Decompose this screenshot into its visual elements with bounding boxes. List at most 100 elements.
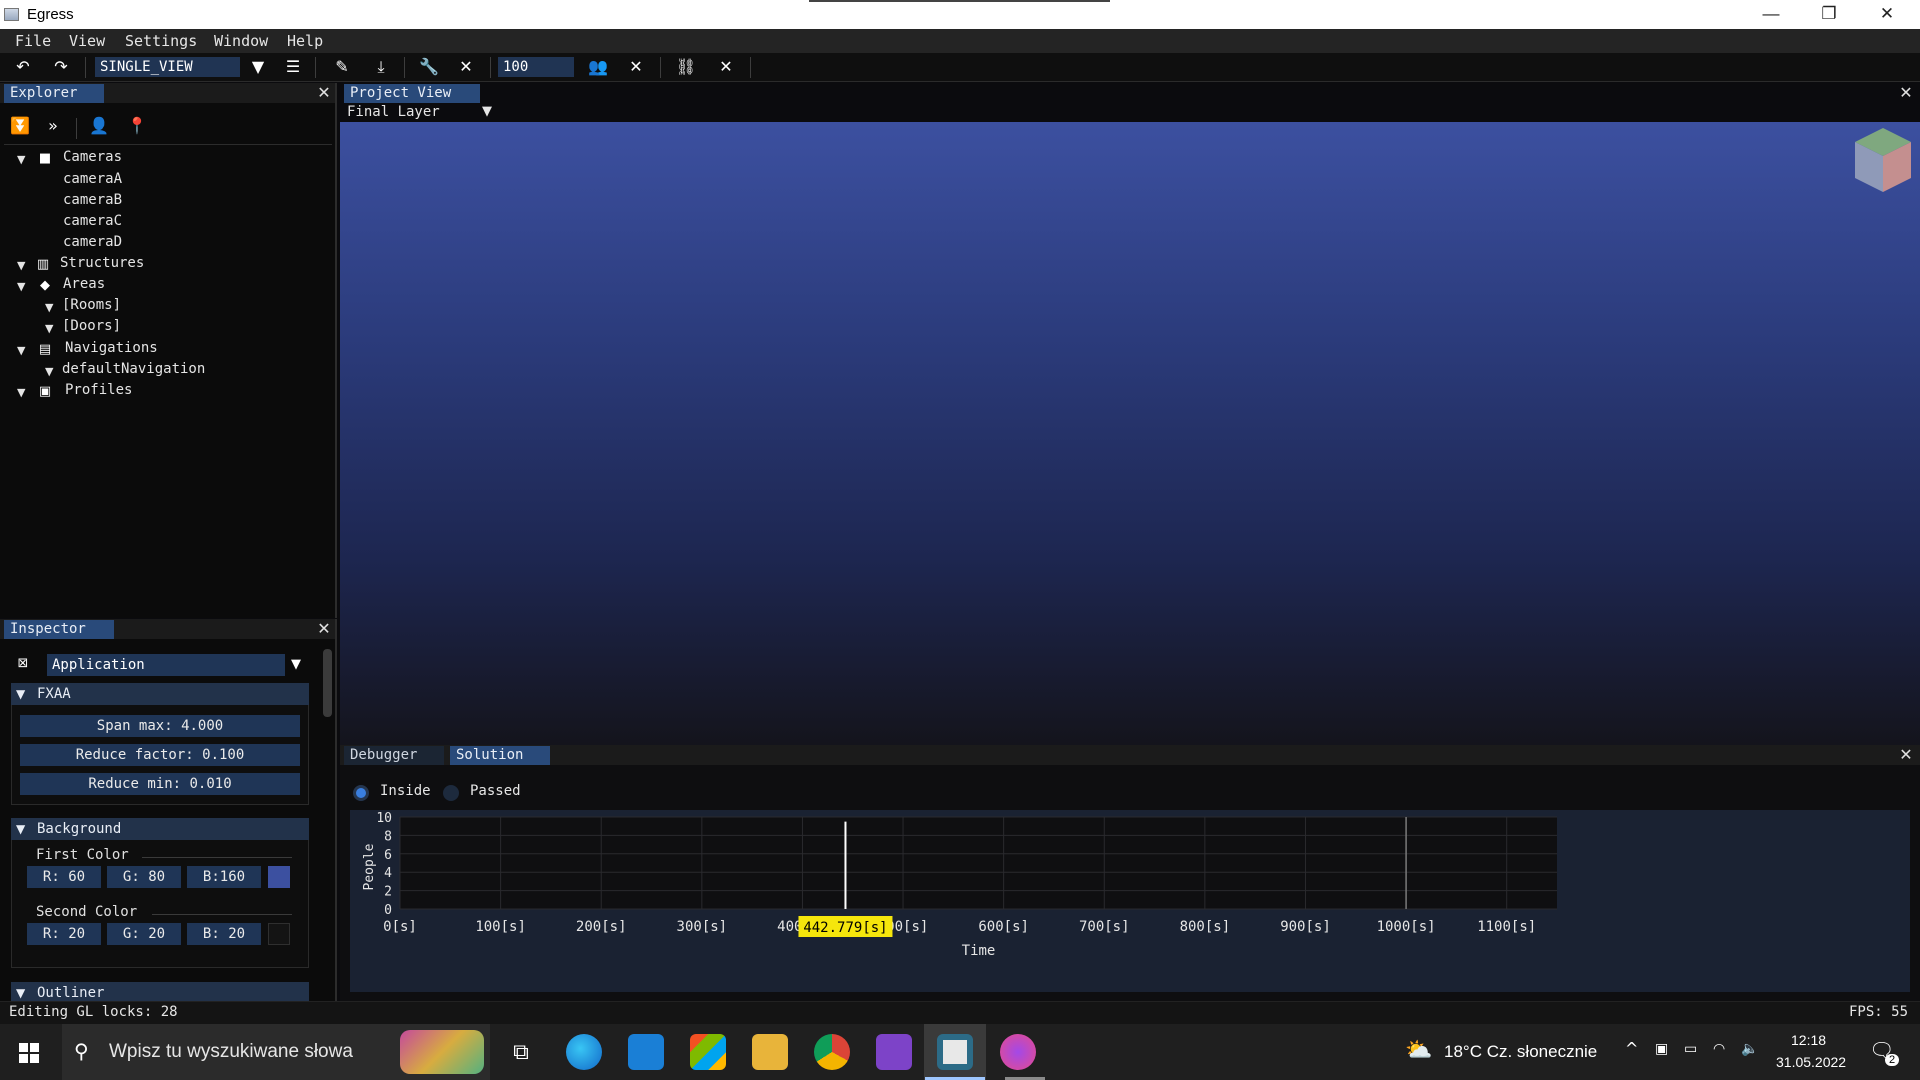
first-color-swatch[interactable]	[268, 866, 290, 888]
first-color-r[interactable]: R: 60	[27, 866, 101, 888]
first-color-b[interactable]: B:160	[187, 866, 261, 888]
add-person-icon[interactable]: 👤	[88, 116, 110, 136]
expand-arrow-icon[interactable]: ▼	[17, 344, 25, 357]
close-window-button[interactable]: ✕	[1858, 0, 1916, 29]
tree-item-navigations[interactable]: Navigations	[65, 340, 158, 356]
tree-item-default-navigation[interactable]: defaultNavigation	[62, 361, 205, 377]
tree-item-camera[interactable]: cameraD	[63, 234, 122, 250]
visual-studio-icon[interactable]	[876, 1034, 912, 1070]
store-icon[interactable]	[690, 1034, 726, 1070]
menu-file[interactable]: File	[15, 32, 51, 50]
expand-arrow-icon[interactable]: ▼	[45, 322, 53, 335]
chevron-down-icon[interactable]: ▼	[247, 57, 269, 77]
close-icon[interactable]: ✕	[625, 57, 647, 77]
egress-app-icon[interactable]	[937, 1034, 973, 1070]
reduce-factor-field[interactable]: Reduce factor: 0.100	[20, 744, 300, 766]
expand-arrow-icon[interactable]: ▼	[45, 365, 53, 378]
tree-item-areas[interactable]: Areas	[63, 276, 105, 292]
close-icon[interactable]: ✕	[1897, 83, 1915, 103]
location-pin-icon[interactable]: 📍	[126, 116, 148, 136]
tab-explorer[interactable]: Explorer	[4, 84, 104, 103]
volume-icon[interactable]: 🔈	[1741, 1041, 1758, 1057]
expand-arrow-icon[interactable]: ▼	[17, 153, 25, 166]
close-icon[interactable]: ✕	[455, 57, 477, 77]
tab-debugger[interactable]: Debugger	[344, 746, 444, 765]
edge-icon[interactable]	[566, 1034, 602, 1070]
first-color-g[interactable]: G: 80	[107, 866, 181, 888]
tree-item-structures[interactable]: Structures	[60, 255, 144, 271]
section-background[interactable]: ▼ Background	[11, 818, 309, 840]
close-icon[interactable]: ✕	[315, 83, 333, 103]
viewport-3d[interactable]	[340, 122, 1920, 745]
people-icon[interactable]: 👥	[587, 57, 609, 77]
menu-view[interactable]: View	[69, 32, 105, 50]
tab-project-view[interactable]: Project View	[344, 84, 480, 103]
scrollbar-thumb[interactable]	[323, 649, 332, 717]
battery-icon[interactable]: ▭	[1684, 1041, 1697, 1057]
tab-solution[interactable]: Solution	[450, 746, 550, 765]
collapse-all-icon[interactable]: ⏬	[9, 116, 31, 136]
close-icon[interactable]: ✕	[1897, 745, 1915, 765]
windows-start-icon[interactable]	[19, 1043, 39, 1063]
close-icon[interactable]: ✕	[715, 57, 737, 77]
weather-icon[interactable]: ⛅	[1405, 1038, 1432, 1063]
orientation-cube-icon[interactable]	[1851, 124, 1915, 196]
weather-text[interactable]: 18°C Cz. słonecznie	[1444, 1042, 1597, 1062]
tree-item-doors[interactable]: [Doors]	[62, 318, 121, 334]
expand-arrow-icon[interactable]: ▼	[45, 301, 53, 314]
chevron-up-icon[interactable]: ^	[1625, 1039, 1638, 1058]
tree-item-cameras[interactable]: Cameras	[63, 149, 122, 165]
menu-settings[interactable]: Settings	[125, 32, 197, 50]
minimize-button[interactable]: —	[1742, 0, 1800, 29]
number-input[interactable]: 100	[498, 57, 574, 77]
radio-passed[interactable]	[443, 785, 459, 801]
tree-item-camera[interactable]: cameraC	[63, 213, 122, 229]
tab-inspector[interactable]: Inspector	[4, 620, 114, 639]
tree-item-profiles[interactable]: Profiles	[65, 382, 132, 398]
maximize-button[interactable]: ❐	[1800, 0, 1858, 29]
chevron-down-icon[interactable]: ▼	[285, 655, 307, 675]
tree-item-camera[interactable]: cameraA	[63, 171, 122, 187]
file-explorer-icon[interactable]	[752, 1034, 788, 1070]
second-color-r[interactable]: R: 20	[27, 923, 101, 945]
expand-icon[interactable]: »	[42, 116, 64, 136]
redo-icon[interactable]: ↷	[50, 57, 72, 77]
people-time-chart[interactable]: 0[s]100[s]200[s]300[s]400[s]500[s]600[s]…	[350, 810, 1910, 992]
network-icon[interactable]: ⛓	[675, 57, 697, 77]
radio-inside[interactable]	[353, 785, 369, 801]
layer-select[interactable]: Final Layer	[347, 104, 440, 120]
expand-arrow-icon[interactable]: ▼	[17, 259, 25, 272]
layout-icon[interactable]: ☰	[282, 57, 304, 77]
reduce-min-field[interactable]: Reduce min: 0.010	[20, 773, 300, 795]
inspector-target-combo[interactable]: Application	[47, 654, 285, 676]
task-view-icon[interactable]: ⧉	[503, 1034, 539, 1070]
explorer-tabbar: Explorer ✕	[0, 83, 335, 103]
tree-item-rooms[interactable]: [Rooms]	[62, 297, 121, 313]
expand-arrow-icon[interactable]: ▼	[17, 386, 25, 399]
meet-icon[interactable]: ▣	[1655, 1041, 1668, 1057]
wrench-icon[interactable]: 🔧	[418, 57, 440, 77]
undo-icon[interactable]: ↶	[12, 57, 34, 77]
second-color-swatch[interactable]	[268, 923, 290, 945]
section-fxaa[interactable]: ▼ FXAA	[11, 683, 309, 705]
second-color-g[interactable]: G: 20	[107, 923, 181, 945]
span-max-field[interactable]: Span max: 4.000	[20, 715, 300, 737]
wifi-icon[interactable]: ◠	[1713, 1041, 1725, 1057]
second-color-b[interactable]: B: 20	[187, 923, 261, 945]
search-box[interactable]: ⚲ Wpisz tu wyszukiwane słowa	[62, 1024, 490, 1080]
menu-help[interactable]: Help	[287, 32, 323, 50]
edit-icon[interactable]: ✎	[331, 57, 353, 77]
expand-arrow-icon[interactable]: ▼	[17, 280, 25, 293]
close-icon[interactable]: ✕	[315, 619, 333, 639]
chrome-icon[interactable]	[814, 1034, 850, 1070]
chevron-down-icon[interactable]: ▼	[482, 104, 492, 119]
tree-item-camera[interactable]: cameraB	[63, 192, 122, 208]
clock-time[interactable]: 12:18	[1791, 1032, 1826, 1048]
view-mode-combo[interactable]: SINGLE_VIEW	[95, 57, 240, 77]
menu-window[interactable]: Window	[214, 32, 268, 50]
mail-icon[interactable]	[628, 1034, 664, 1070]
messenger-icon[interactable]	[1000, 1034, 1036, 1070]
download-icon[interactable]: ⤓	[370, 57, 392, 77]
clock-date[interactable]: 31.05.2022	[1776, 1054, 1846, 1070]
section-outliner[interactable]: ▼ Outliner	[11, 982, 309, 1001]
